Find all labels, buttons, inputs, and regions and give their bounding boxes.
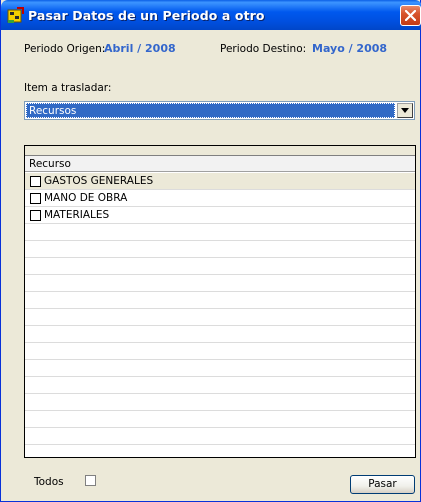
empty-table-row xyxy=(25,394,415,411)
title-bar[interactable]: Pasar Datos de un Periodo a otro xyxy=(1,0,421,30)
table-row[interactable]: MATERIALES xyxy=(25,207,415,224)
dialog-window: Pasar Datos de un Periodo a otro Periodo… xyxy=(0,0,421,502)
app-tool-icon xyxy=(7,7,24,24)
empty-table-row xyxy=(25,241,415,258)
todos-label: Todos xyxy=(34,476,64,488)
origin-period-value: Abril / 2008 xyxy=(104,42,176,55)
empty-table-row xyxy=(25,326,415,343)
item-select-value: Recursos xyxy=(26,103,395,118)
empty-table-row xyxy=(25,377,415,394)
empty-table-row xyxy=(25,445,415,457)
resource-grid: Recurso GASTOS GENERALES MANO DE OBRA MA… xyxy=(24,145,416,458)
empty-table-row xyxy=(25,292,415,309)
row-label: MATERIALES xyxy=(44,209,110,221)
row-checkbox[interactable] xyxy=(30,210,41,221)
window-title: Pasar Datos de un Periodo a otro xyxy=(28,8,265,23)
grid-column-header-recurso[interactable]: Recurso xyxy=(25,156,415,172)
empty-table-row xyxy=(25,309,415,326)
row-label: GASTOS GENERALES xyxy=(44,175,154,187)
pasar-button[interactable]: Pasar xyxy=(350,475,415,494)
origin-period-label: Periodo Origen: xyxy=(24,43,106,55)
dest-period-label: Periodo Destino: xyxy=(220,43,307,55)
close-icon xyxy=(405,10,416,21)
item-select[interactable]: Recursos xyxy=(24,101,415,120)
grid-body[interactable]: Recurso GASTOS GENERALES MANO DE OBRA MA… xyxy=(25,156,415,457)
empty-table-row xyxy=(25,428,415,445)
dest-period-value: Mayo / 2008 xyxy=(312,42,388,55)
empty-table-row xyxy=(25,224,415,241)
todos-checkbox[interactable] xyxy=(85,475,96,486)
row-checkbox[interactable] xyxy=(30,193,41,204)
item-select-dropdown-button[interactable] xyxy=(397,103,413,118)
item-label: Item a trasladar: xyxy=(24,82,112,94)
chevron-down-icon xyxy=(401,108,409,113)
empty-table-row xyxy=(25,258,415,275)
empty-table-row xyxy=(25,343,415,360)
empty-table-row xyxy=(25,360,415,377)
close-button[interactable] xyxy=(400,5,421,26)
row-checkbox[interactable] xyxy=(30,176,41,187)
empty-table-row xyxy=(25,275,415,292)
empty-table-row xyxy=(25,411,415,428)
table-row[interactable]: GASTOS GENERALES xyxy=(25,173,415,190)
grid-top-band xyxy=(25,146,415,156)
table-row[interactable]: MANO DE OBRA xyxy=(25,190,415,207)
row-label: MANO DE OBRA xyxy=(44,192,128,204)
